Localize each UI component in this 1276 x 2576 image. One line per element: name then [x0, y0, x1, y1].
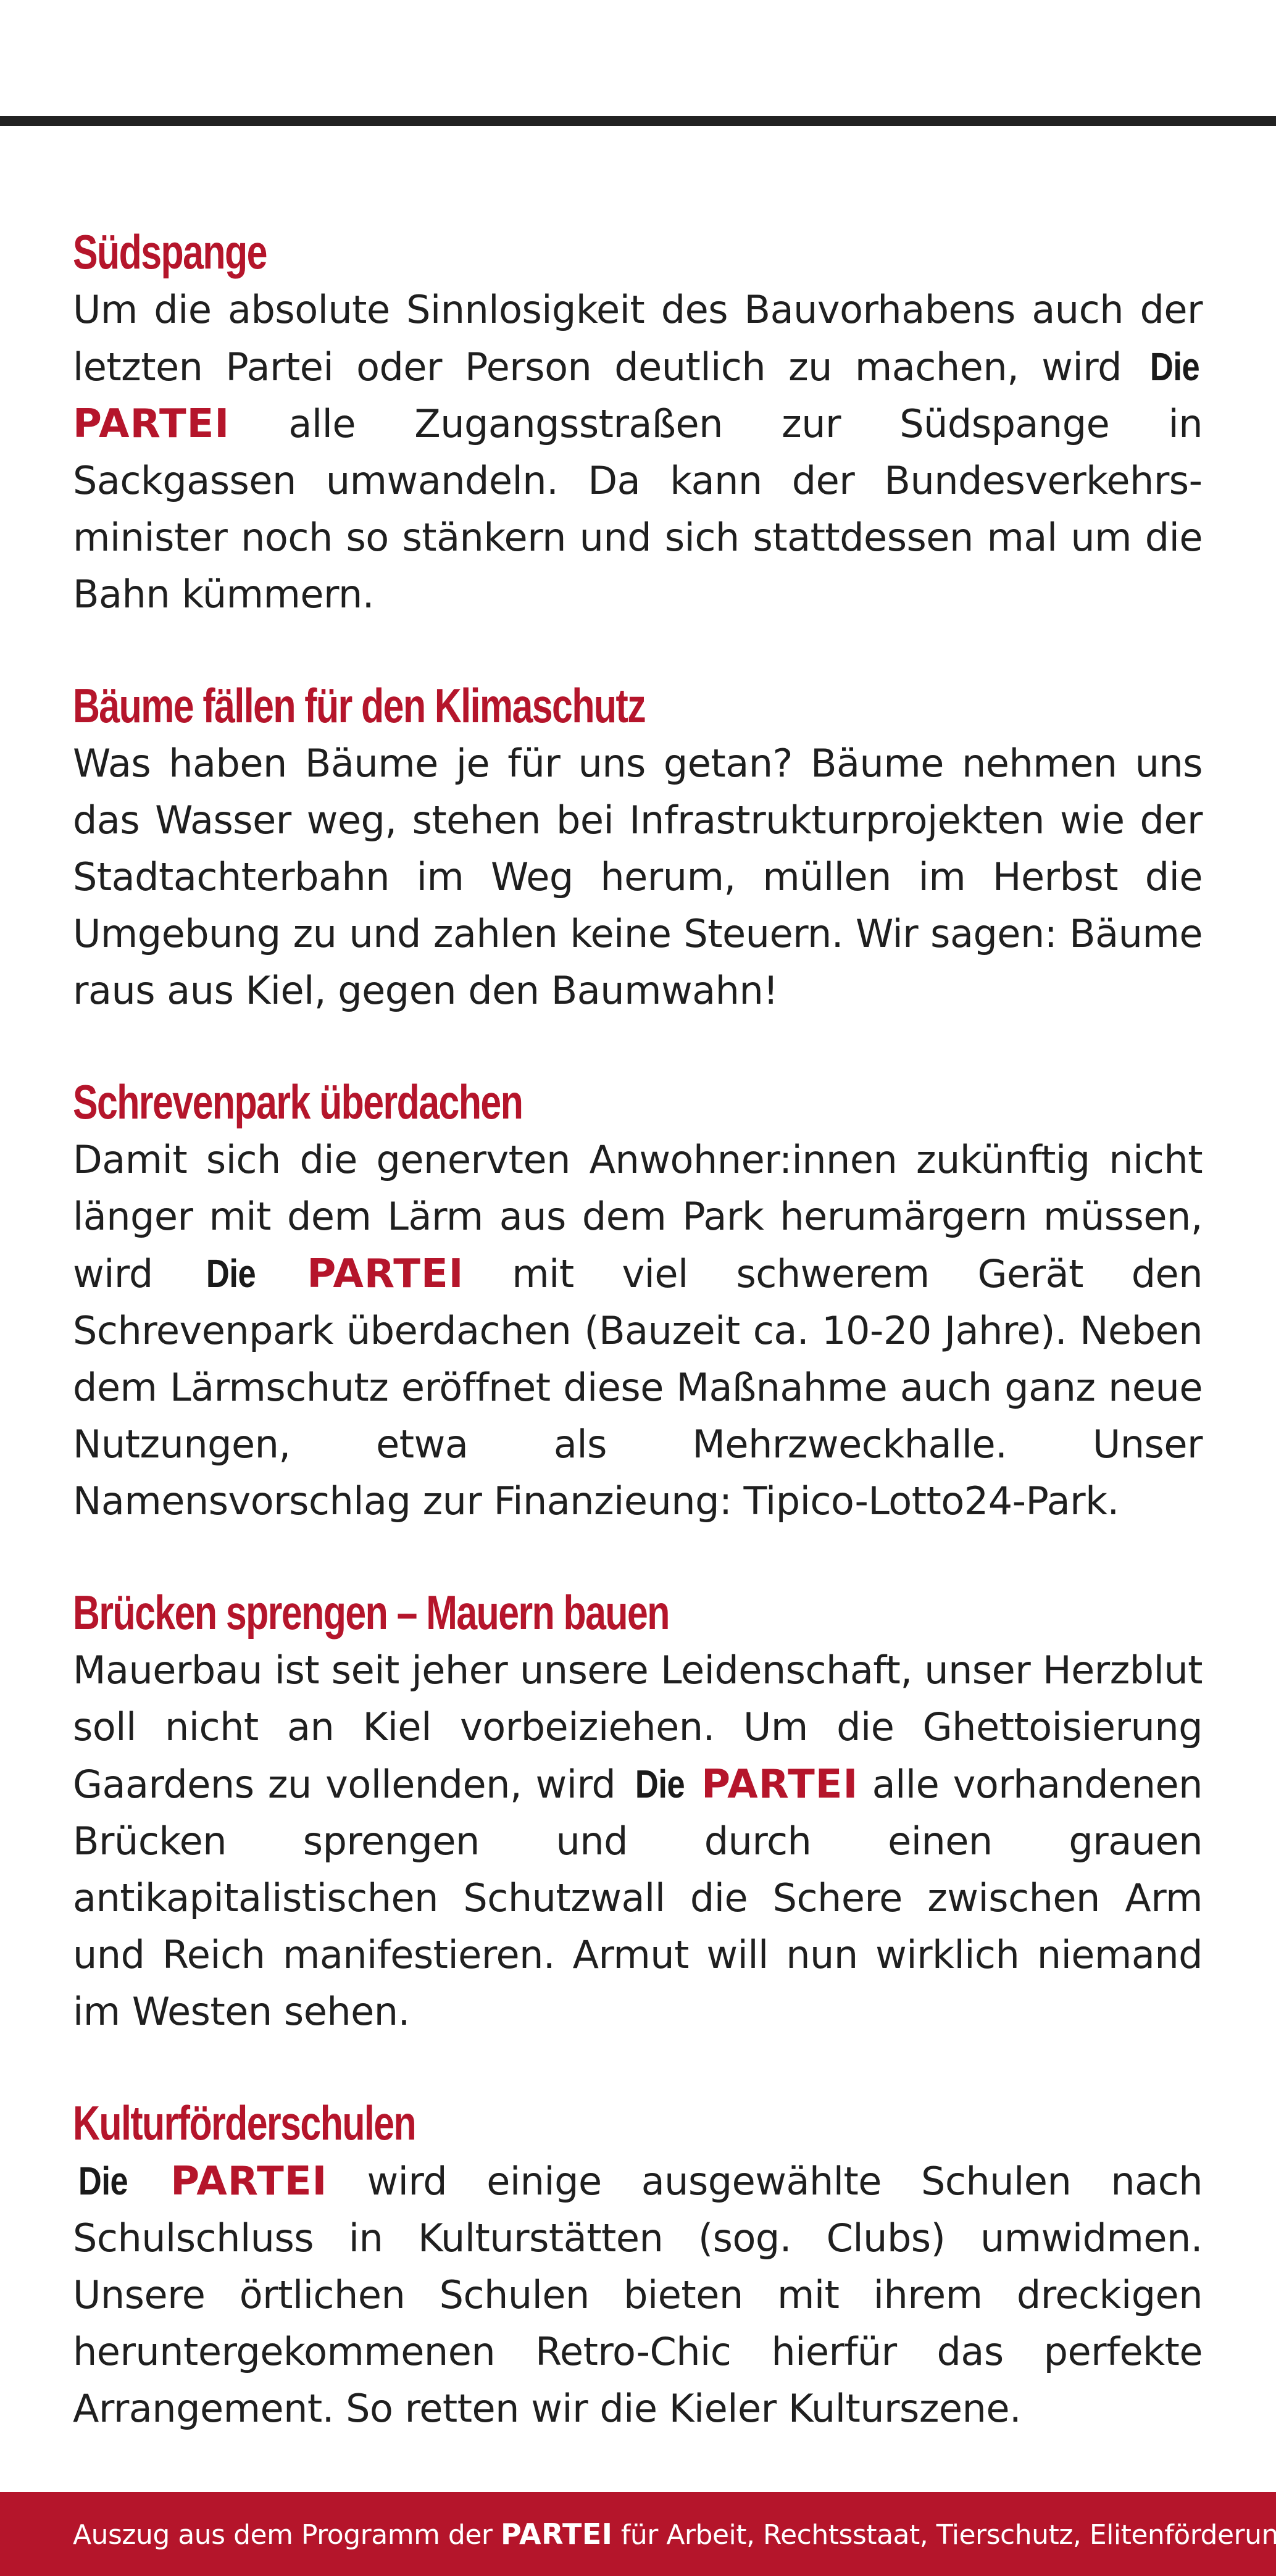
footer-party-name: PARTEI	[501, 2517, 613, 2551]
section-text-part: alle Zugangsstraßen zur Südspange in Sac…	[73, 401, 1203, 617]
section-text: Damit sich die genervten Anwohner:innen …	[73, 1132, 1203, 1530]
section-title: Brücken sprengen – Mauern bauen	[73, 1585, 670, 1640]
section-text: Was haben Bäume je für uns getan? Bäume …	[73, 735, 1203, 1019]
party-name-die: Die	[206, 1251, 256, 1296]
top-divider	[0, 116, 1276, 126]
party-name-die: Die	[78, 2159, 128, 2203]
party-name-partei: PARTEI	[73, 401, 230, 447]
section-suedspange: Südspange Um die absolute Sinnlosigkeit …	[73, 222, 1203, 623]
party-name-partei: PARTEI	[701, 1762, 859, 1807]
footer-banner: Auszug aus dem Programm der PARTEI für A…	[0, 2492, 1276, 2576]
section-bruecken: Brücken sprengen – Mauern bauen Mauerbau…	[73, 1583, 1203, 2040]
footer-suffix: für Arbeit, Rechtsstaat, Tierschutz, Eli…	[620, 2519, 1276, 2551]
program-content: Südspange Um die absolute Sinnlosigkeit …	[73, 222, 1203, 2490]
section-schrevenpark: Schrevenpark überdachen Damit sich die g…	[73, 1072, 1203, 1530]
section-baeume: Bäume fällen für den Klimaschutz Was hab…	[73, 676, 1203, 1019]
party-name-partei: PARTEI	[307, 1251, 464, 1297]
section-text: Um die absolute Sinnlosigkeit des Bauvor…	[73, 281, 1203, 623]
party-name-die: Die	[1149, 344, 1200, 389]
footer-prefix: Auszug aus dem Programm der	[73, 2519, 493, 2551]
section-text-part: Um die absolute Sinnlosigkeit des Bauvor…	[73, 287, 1203, 390]
section-title: Südspange	[73, 225, 267, 279]
section-title: Schrevenpark überdachen	[73, 1075, 523, 1129]
party-name-partei: PARTEI	[170, 2159, 328, 2204]
section-title: Bäume fällen für den Klimaschutz	[73, 678, 646, 733]
section-kultur: Kulturförderschulen Die PARTEI wird eini…	[73, 2093, 1203, 2437]
section-text: Die PARTEI wird einige ausgewählte Schul…	[73, 2153, 1203, 2437]
section-text-part: Was haben Bäume je für uns getan? Bäume …	[73, 741, 1203, 1013]
section-title: Kulturförderschulen	[73, 2096, 417, 2150]
party-name-die: Die	[635, 1762, 685, 1806]
section-text: Mauerbau ist seit jeher unsere Leidensch…	[73, 1642, 1203, 2040]
footer-text: Auszug aus dem Programm der PARTEI für A…	[73, 2517, 1276, 2553]
